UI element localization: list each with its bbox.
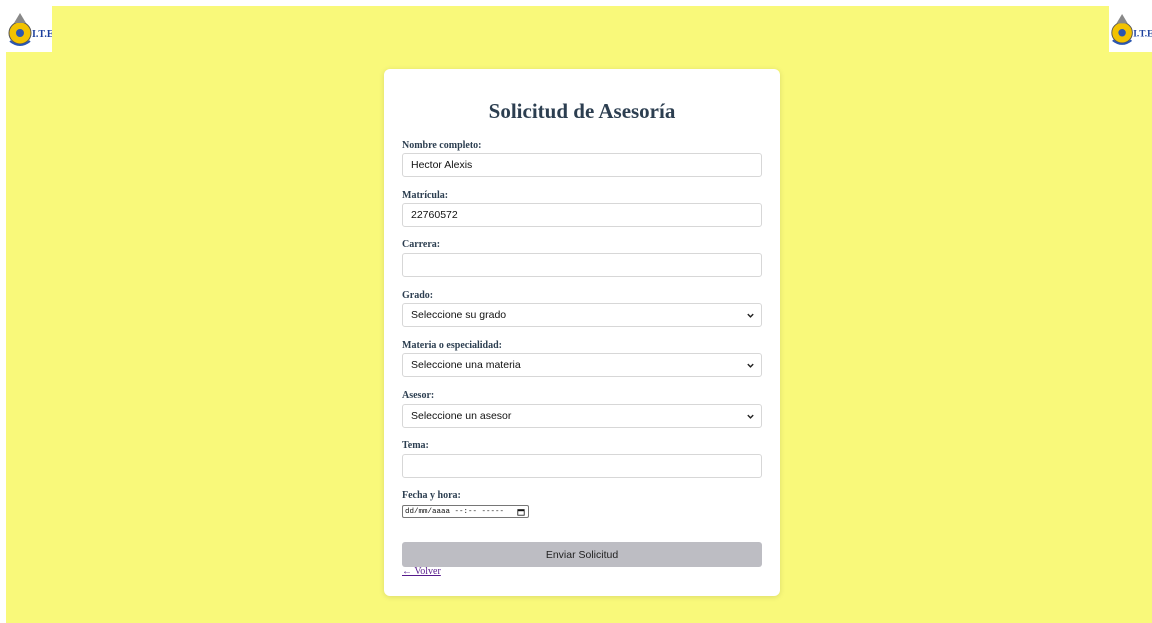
fecha-placeholder: dd/mm/aaaa --:-- -----: [405, 507, 505, 516]
svg-text:I.T.E.: I.T.E.: [32, 29, 52, 40]
asesor-selected: Seleccione un asesor: [411, 410, 512, 422]
submit-button[interactable]: Enviar Solicitud: [402, 542, 762, 567]
asesor-label: Asesor:: [402, 390, 435, 401]
grado-selected: Seleccione su grado: [411, 309, 507, 321]
matricula-label: Matrícula:: [402, 190, 449, 201]
grado-label: Grado:: [402, 290, 434, 301]
svg-text:I.T.E.: I.T.E.: [1133, 29, 1152, 39]
ite-logo-left: I.T.E.: [6, 6, 52, 52]
nombre-label: Nombre completo:: [402, 140, 482, 151]
ite-logo-icon: I.T.E.: [1111, 14, 1152, 45]
materia-selected: Seleccione una materia: [411, 359, 521, 371]
tema-label: Tema:: [402, 440, 429, 451]
carrera-label: Carrera:: [402, 239, 441, 250]
fecha-hora-input[interactable]: dd/mm/aaaa --:-- -----: [402, 505, 529, 518]
fecha-label: Fecha y hora:: [402, 490, 461, 501]
nombre-input[interactable]: Hector Alexis: [402, 153, 762, 177]
chevron-down-icon: [747, 363, 754, 368]
chevron-down-icon: [747, 313, 754, 318]
matricula-input[interactable]: 22760572: [402, 203, 762, 227]
calendar-icon[interactable]: [517, 508, 525, 516]
carrera-input[interactable]: [402, 253, 762, 277]
materia-select[interactable]: Seleccione una materia: [402, 353, 762, 377]
chevron-down-icon: [747, 414, 754, 419]
materia-label: Materia o especialidad:: [402, 340, 502, 351]
grado-select[interactable]: Seleccione su grado: [402, 303, 762, 327]
ite-logo-icon: I.T.E.: [8, 13, 52, 46]
ite-logo-right: I.T.E.: [1109, 6, 1152, 52]
form-card: Solicitud de Asesoría Nombre completo: H…: [384, 69, 780, 596]
form-title: Solicitud de Asesoría: [488, 99, 676, 123]
asesor-select[interactable]: Seleccione un asesor: [402, 404, 762, 428]
back-link[interactable]: ← Volver: [402, 566, 441, 577]
tema-input[interactable]: [402, 454, 762, 478]
